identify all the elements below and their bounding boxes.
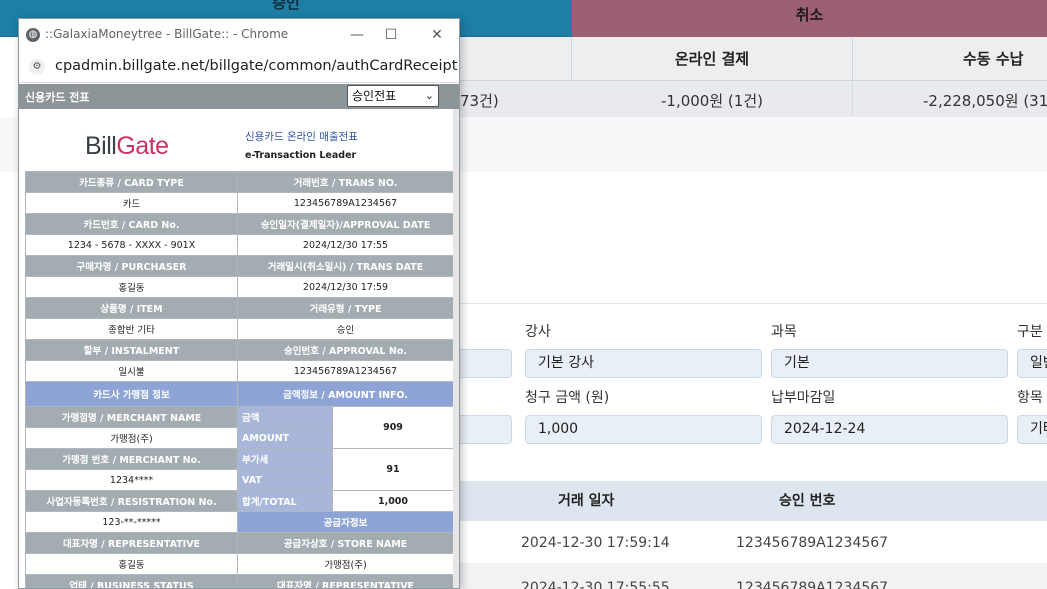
merchant-name-value: 가맹점(주)	[25, 427, 238, 449]
trans-no-value: 123456789A1234567	[236, 192, 455, 214]
receipt-title: 신용카드 전표	[25, 91, 90, 104]
representative-header: 대표자명 / REPRESENTATIVE	[25, 532, 238, 554]
registration-value: 123-**-*****	[25, 511, 238, 533]
maximize-button[interactable]: ☐	[375, 24, 407, 46]
summary-cancel-manual-amount: -2,228,050원 (31	[853, 81, 1047, 117]
store-name-value: 가맹점(주)	[236, 553, 455, 575]
item-header: 상품명 / ITEM	[25, 297, 238, 319]
receipt-type-value: 승인전표	[352, 89, 397, 103]
receipt-scrollbar[interactable]	[453, 109, 459, 588]
instalment-header: 할부 / INSTALMENT	[25, 339, 238, 361]
purchaser-value: 홍길동	[25, 276, 238, 298]
merchant-info-header: 카드사 가맹점 정보	[25, 381, 238, 407]
minimize-button[interactable]: —	[341, 24, 373, 46]
registration-header: 사업자등록번호 / RESISTRATION No.	[25, 490, 238, 512]
item-field[interactable]: 기타	[1017, 415, 1047, 444]
summary-cancel-header: 취소	[572, 0, 1047, 37]
amount-value: 909	[331, 406, 455, 449]
type-header: 거래유형 / TYPE	[236, 297, 455, 319]
summary-approve-sub-fragment	[460, 37, 572, 81]
list-row-2-date: 2024-12-30 17:55:55	[521, 580, 670, 589]
list-col-trans-date: 거래 일자	[558, 493, 615, 509]
popup-window-title: ::GalaxiaMoneytree - BillGate:: - Chrome	[45, 27, 289, 41]
store-name-header: 공급자상호 / STORE NAME	[236, 532, 455, 554]
approval-no-value: 123456789A1234567	[236, 360, 455, 382]
summary-approve-amount: 73건)	[460, 81, 572, 117]
due-date-field[interactable]: 2024-12-24	[771, 415, 1008, 444]
representative2-header: 대표자명 / REPRESENTATIVE	[236, 574, 455, 588]
section-divider	[460, 303, 1047, 304]
billing-amount-label: 청구 금액 (원)	[525, 390, 610, 406]
instructor-label: 강사	[525, 324, 551, 340]
approval-no-header: 승인번호 / APPROVAL No.	[236, 339, 455, 361]
list-col-approval-no: 승인 번호	[779, 493, 836, 509]
card-type-header: 카드종류 / CARD TYPE	[25, 171, 238, 193]
vat-kr-label: 부가세	[237, 448, 333, 470]
business-status-header: 업태 / BUSINESS STATUS	[25, 574, 238, 588]
receipt-tagline: e-Transaction Leader	[245, 150, 357, 161]
receipt-type-select[interactable]: 승인전표 ⌄	[347, 85, 439, 107]
trans-date-header: 거래일시(취소일시) / TRANS DATE	[236, 255, 455, 277]
item-value: 종합반 기타	[25, 318, 238, 340]
list-row-1-date: 2024-12-30 17:59:14	[521, 535, 670, 551]
list-header	[460, 481, 1047, 521]
purchaser-header: 구매자명 / PURCHASER	[25, 255, 238, 277]
chevron-down-icon: ⌄	[424, 89, 434, 102]
amount-info-header: 금액정보 / AMOUNT INFO.	[236, 381, 455, 407]
merchant-name-header: 가맹점명 / MERCHANT NAME	[25, 406, 238, 428]
billing-amount-field[interactable]: 1,000	[525, 415, 762, 444]
card-type-value: 카드	[25, 192, 238, 214]
trans-date-value: 2024/12/30 17:59	[236, 276, 455, 298]
url-text[interactable]: cpadmin.billgate.net/billgate/common/aut…	[55, 58, 459, 74]
instalment-value: 일시불	[25, 360, 238, 382]
globe-icon: ◍	[26, 28, 40, 42]
summary-manual-collection-header: 수동 수납	[853, 37, 1047, 81]
popup-titlebar[interactable]: ◍ ::GalaxiaMoneytree - BillGate:: - Chro…	[19, 19, 459, 51]
site-info-icon[interactable]: ⚙	[29, 59, 45, 75]
total-label: 합계/TOTAL	[237, 490, 333, 512]
merchant-no-value: 1234****	[25, 469, 238, 491]
close-button[interactable]: ✕	[421, 24, 453, 46]
approval-date-header: 승인일자(결제일자)/APPROVAL DATE	[236, 213, 455, 235]
left-hidden-field-2[interactable]	[460, 415, 512, 444]
instructor-field[interactable]: 기본 강사	[525, 349, 762, 378]
subject-field[interactable]: 기본	[771, 349, 1008, 378]
list-row-2-approval: 123456789A1234567	[736, 580, 889, 589]
summary-cancel-online-amount: -1,000원 (1건)	[572, 81, 853, 117]
amount-kr-label: 금액	[237, 406, 333, 428]
logo-bill-text: Bill	[85, 132, 117, 160]
list-row-1-approval: 123456789A1234567	[736, 535, 889, 551]
logo-gate-text: Gate	[116, 132, 169, 160]
representative-value: 홍길동	[25, 553, 238, 575]
summary-approve-label: 승인	[272, 0, 300, 12]
subject-label: 과목	[771, 324, 797, 340]
page: 승인 취소 온라인 결제 수동 수납 73건) -1,000원 (1건) -2,…	[0, 0, 1047, 589]
trans-no-header: 거래번호 / TRANS NO.	[236, 171, 455, 193]
card-no-value: 1234 - 5678 - XXXX - 901X	[25, 234, 238, 256]
card-no-header: 카드번호 / CARD No.	[25, 213, 238, 235]
receipt-subtitle: 신용카드 온라인 매출전표	[245, 131, 358, 143]
receipt-popup-window: ◍ ::GalaxiaMoneytree - BillGate:: - Chro…	[18, 18, 460, 589]
supplier-info-header: 공급자정보	[236, 511, 455, 533]
category-label: 구분	[1017, 324, 1043, 340]
amount-en-label: AMOUNT	[237, 427, 333, 449]
receipt-header-bar: 신용카드 전표 승인전표 ⌄	[19, 84, 459, 109]
type-value: 승인	[236, 318, 455, 340]
address-bar[interactable]: ⚙ cpadmin.billgate.net/billgate/common/a…	[19, 51, 459, 83]
billgate-logo: BillGate	[85, 132, 169, 161]
vat-en-label: VAT	[237, 469, 333, 491]
approval-date-value: 2024/12/30 17:55	[236, 234, 455, 256]
item-label: 항목	[1017, 390, 1043, 406]
receipt-table: 카드종류 / CARD TYPE 거래번호 / TRANS NO. 카드 12345…	[25, 171, 455, 588]
merchant-no-header: 가맹점 번호 / MERCHANT No.	[25, 448, 238, 470]
category-field[interactable]: 일반	[1017, 349, 1047, 378]
vat-value: 91	[331, 448, 455, 491]
due-date-label: 납부마감일	[771, 390, 836, 406]
summary-online-payment-header: 온라인 결제	[572, 37, 853, 81]
total-value: 1,000	[331, 490, 455, 512]
left-hidden-field[interactable]	[460, 349, 512, 378]
